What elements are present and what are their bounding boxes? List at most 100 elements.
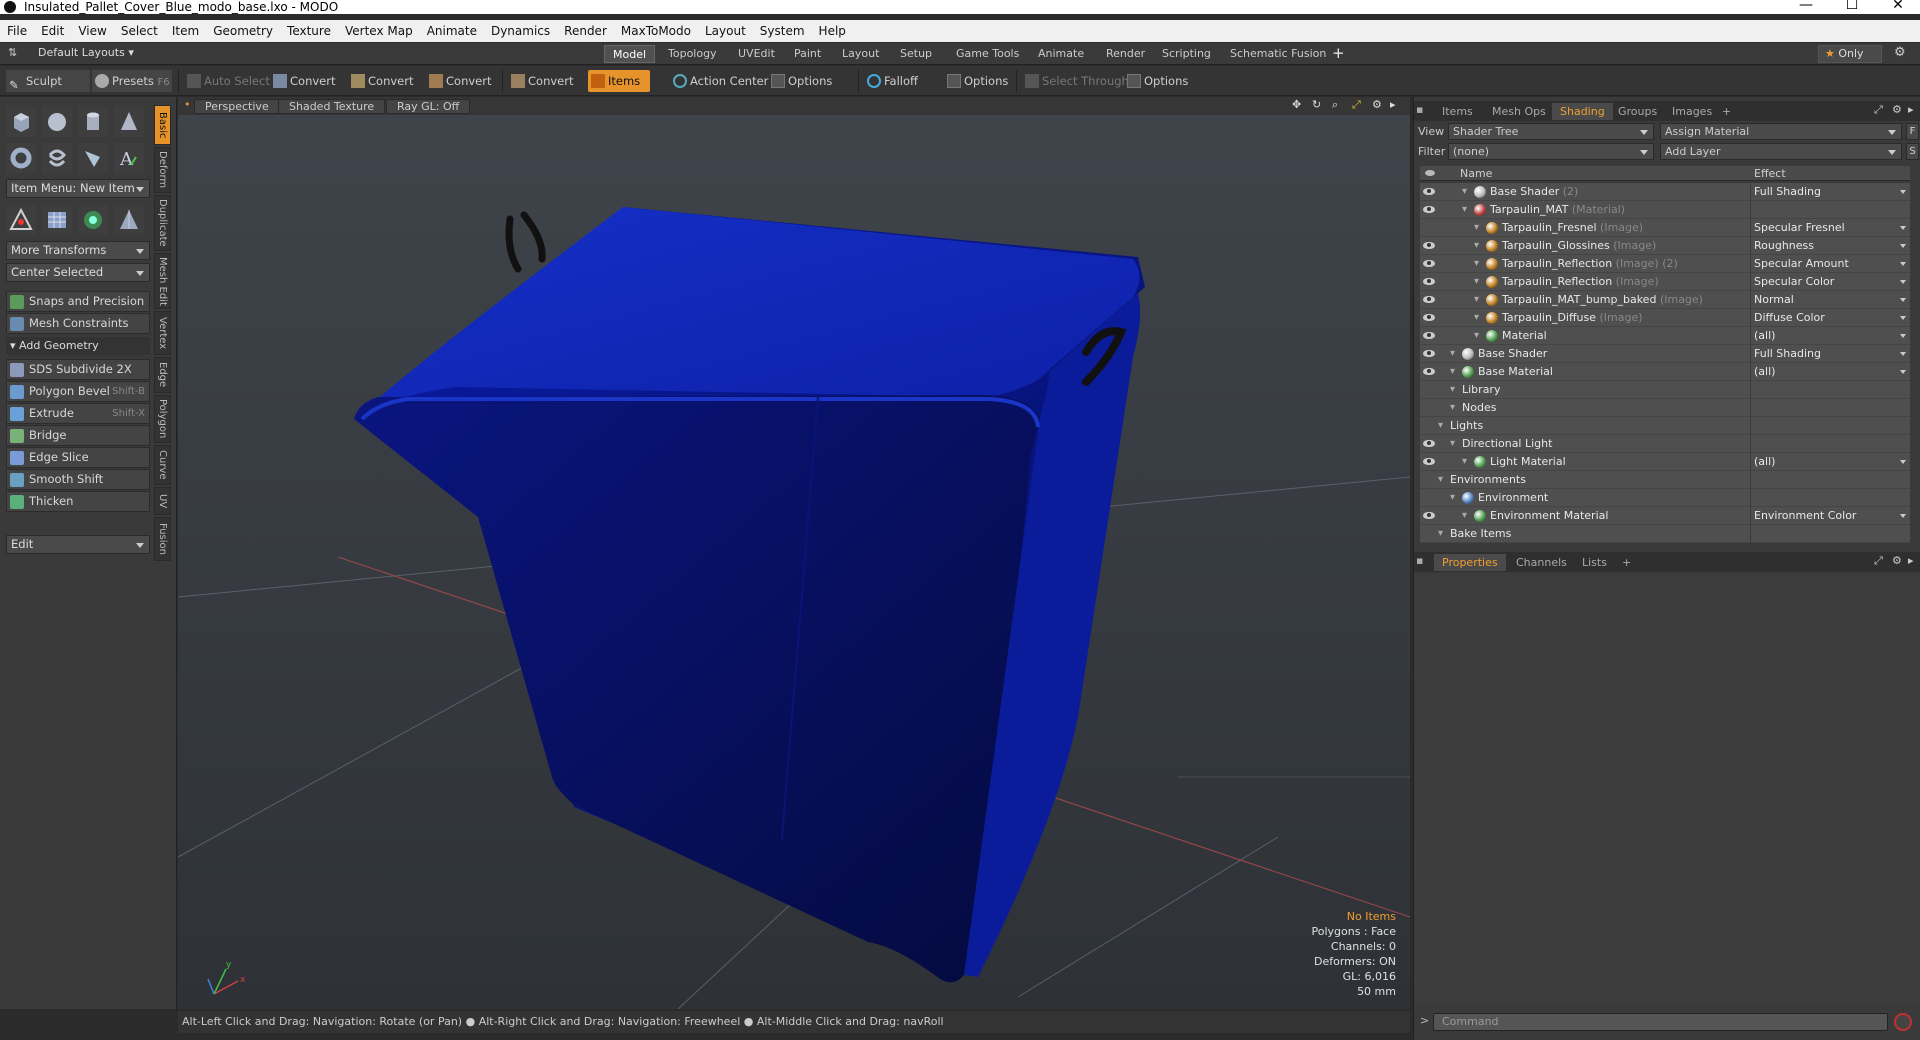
add-layer-key[interactable]: S	[1906, 143, 1919, 160]
layout-toggle-icon[interactable]: ⇅	[8, 46, 17, 59]
tool-bridge[interactable]: Bridge	[6, 425, 150, 446]
expand-arrow-icon[interactable]: ▾	[1450, 381, 1455, 399]
expand-arrow-icon[interactable]: ▾	[1450, 399, 1455, 417]
add-geometry-header[interactable]: ▾ Add Geometry	[6, 337, 150, 355]
effect-dropdown[interactable]: Environment Color	[1750, 507, 1910, 525]
eye-visibility-icon[interactable]	[1423, 458, 1435, 465]
effect-dropdown[interactable]	[1750, 435, 1910, 453]
menu-texture[interactable]: Texture	[280, 20, 338, 42]
expand-arrow-icon[interactable]: ▾	[1450, 345, 1455, 363]
record-icon[interactable]	[1894, 1013, 1912, 1031]
shading-mode-dropdown[interactable]: Shaded Texture	[278, 99, 386, 114]
tool-edge-slice[interactable]: Edge Slice	[6, 447, 150, 468]
sidetab-duplicate[interactable]: Duplicate	[154, 195, 171, 251]
maximize-button[interactable]: ☐	[1832, 0, 1872, 12]
assign-material-dropdown[interactable]: Assign Material	[1660, 123, 1902, 140]
more-transforms-dropdown[interactable]: More Transforms	[6, 241, 150, 260]
tree-row[interactable]: ▾ Library	[1420, 381, 1910, 399]
gear-icon[interactable]: ⚙	[1894, 45, 1906, 60]
convert-polygons-button[interactable]: Convert	[426, 70, 491, 92]
expand-arrow-icon[interactable]: ▾	[1474, 291, 1479, 309]
menu-render[interactable]: Render	[557, 20, 614, 42]
select-through-options-button[interactable]: Options	[1124, 70, 1188, 92]
sphere-primitive-icon[interactable]	[42, 107, 72, 137]
tree-row[interactable]: ▾ Tarpaulin_MAT (Material)	[1420, 201, 1910, 219]
expand-arrow-icon[interactable]: ▾	[1474, 237, 1479, 255]
view-type-dropdown[interactable]: Perspective	[194, 99, 280, 114]
minimize-button[interactable]: —	[1786, 0, 1826, 12]
fit-view-icon[interactable]: ⤢	[1352, 98, 1361, 112]
sidetab-deform[interactable]: Deform	[154, 147, 171, 193]
effect-dropdown[interactable]: Diffuse Color	[1750, 309, 1910, 327]
capsule-primitive-icon[interactable]	[42, 143, 72, 173]
menu-item[interactable]: Item	[165, 20, 206, 42]
tree-row[interactable]: ▾ Tarpaulin_MAT_bump_baked (Image) Normal	[1420, 291, 1910, 309]
menu-animate[interactable]: Animate	[420, 20, 484, 42]
expand-arrow-icon[interactable]: ▾	[1474, 255, 1479, 273]
sidetab-uv[interactable]: UV	[154, 487, 171, 515]
zoom-icon[interactable]: ⌕	[1332, 98, 1338, 112]
select-through-button[interactable]: Select Through	[1022, 70, 1129, 92]
effect-dropdown[interactable]	[1750, 525, 1910, 543]
effect-dropdown[interactable]: Roughness	[1750, 237, 1910, 255]
sidetab-curve[interactable]: Curve	[154, 445, 171, 485]
tab-animate[interactable]: Animate	[1030, 45, 1092, 63]
menu-geometry[interactable]: Geometry	[206, 20, 280, 42]
effect-dropdown[interactable]	[1750, 471, 1910, 489]
eye-visibility-icon[interactable]	[1423, 260, 1435, 267]
expand-arrow-icon[interactable]: ▾	[1462, 183, 1467, 201]
menu-file[interactable]: File	[0, 20, 34, 42]
eye-visibility-icon[interactable]	[1423, 368, 1435, 375]
grid-icon[interactable]	[42, 205, 72, 235]
add-properties-tab-button[interactable]: +	[1614, 554, 1639, 571]
pyramid-icon[interactable]	[114, 205, 144, 235]
properties-menu-icon[interactable]: ▪	[1416, 554, 1423, 567]
expand-arrow-icon[interactable]: ▾	[1462, 453, 1467, 471]
effect-dropdown[interactable]: Full Shading	[1750, 345, 1910, 363]
effect-dropdown[interactable]: Full Shading	[1750, 183, 1910, 201]
expand-arrow-icon[interactable]: ▾	[1450, 489, 1455, 507]
add-layer-dropdown[interactable]: Add Layer	[1660, 143, 1902, 160]
expand-arrow-icon[interactable]: ▾	[1438, 471, 1443, 489]
menu-layout[interactable]: Layout	[698, 20, 753, 42]
sidetab-vertex[interactable]: Vertex	[154, 311, 171, 355]
sidetab-fusion[interactable]: Fusion	[154, 517, 171, 561]
column-name[interactable]: Name	[1460, 166, 1492, 181]
tree-row[interactable]: ▾ Tarpaulin_Reflection (Image) Specular Co…	[1420, 273, 1910, 291]
tool-extrude[interactable]: Extrude Shift-X	[6, 403, 150, 424]
eye-visibility-icon[interactable]	[1423, 278, 1435, 285]
properties-settings-icon[interactable]: ⚙	[1892, 554, 1902, 567]
item-menu-dropdown[interactable]: Item Menu: New Item	[6, 179, 150, 198]
menu-vertex-map[interactable]: Vertex Map	[338, 20, 420, 42]
expand-arrow-icon[interactable]: ▾	[1450, 363, 1455, 381]
eye-visibility-icon[interactable]	[1423, 332, 1435, 339]
convert-edges-button[interactable]: Convert	[348, 70, 413, 92]
effect-dropdown[interactable]	[1750, 489, 1910, 507]
cube-primitive-icon[interactable]	[6, 107, 36, 137]
falloff-button[interactable]: Falloff	[864, 70, 918, 92]
pen-tool-icon[interactable]	[78, 143, 108, 173]
cylinder-primitive-icon[interactable]	[78, 107, 108, 137]
tool-smooth-shift[interactable]: Smooth Shift	[6, 469, 150, 490]
effect-dropdown[interactable]: (all)	[1750, 363, 1910, 381]
viewport-scene[interactable]: x y	[178, 97, 1410, 1009]
effect-dropdown[interactable]	[1750, 399, 1910, 417]
close-button[interactable]: ✕	[1878, 0, 1918, 12]
view-dropdown[interactable]: Shader Tree	[1448, 123, 1654, 140]
auto-select-button[interactable]: Auto Select	[184, 70, 270, 92]
expand-arrow-icon[interactable]: ▾	[1462, 507, 1467, 525]
action-center-options-button[interactable]: Options	[768, 70, 832, 92]
menu-help[interactable]: Help	[812, 20, 853, 42]
panel-arrow-icon[interactable]: ▸	[1908, 103, 1914, 116]
convert-vertices-button[interactable]: Convert	[270, 70, 335, 92]
filter-dropdown[interactable]: (none)	[1448, 143, 1654, 160]
tab-schematic-fusion[interactable]: Schematic Fusion	[1222, 45, 1334, 63]
menu-select[interactable]: Select	[114, 20, 165, 42]
panel-expand-icon[interactable]: ⤢	[1874, 103, 1883, 117]
globe-icon[interactable]	[78, 205, 108, 235]
sidetab-mesh-edit[interactable]: Mesh Edit	[154, 253, 171, 309]
tab-scripting[interactable]: Scripting	[1154, 45, 1219, 63]
tab-layout[interactable]: Layout	[834, 45, 887, 63]
tab-properties[interactable]: Properties	[1434, 554, 1506, 571]
eye-visibility-icon[interactable]	[1423, 188, 1435, 195]
